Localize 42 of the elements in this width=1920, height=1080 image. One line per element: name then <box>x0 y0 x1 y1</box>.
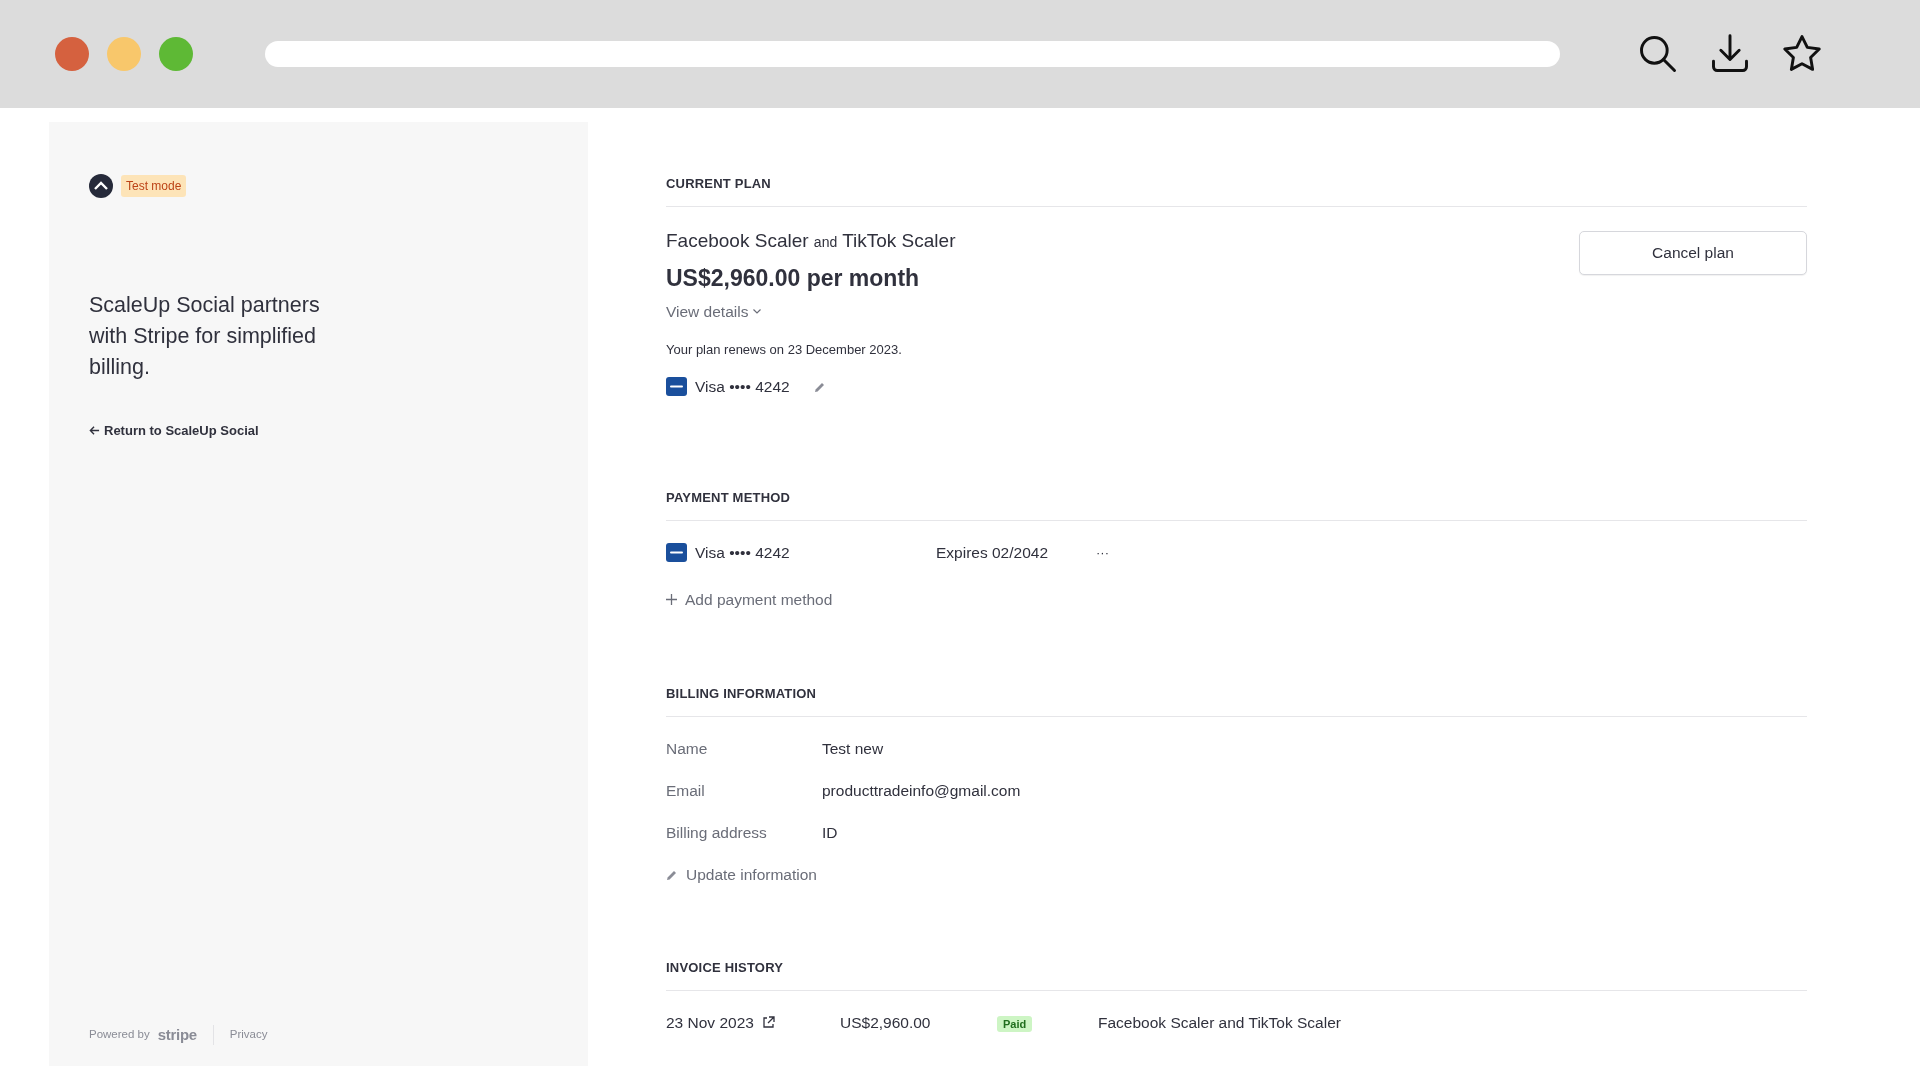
field-value: Test new <box>822 738 884 759</box>
update-information-button[interactable]: Update information <box>666 863 817 887</box>
section-heading: CURRENT PLAN <box>666 174 1807 207</box>
invoice-date-link[interactable]: 23 Nov 2023 <box>666 1010 840 1035</box>
status-badge: Paid <box>997 1015 1033 1032</box>
plan-price: US$2,960.00 per month <box>666 264 921 293</box>
cancel-plan-button[interactable]: Cancel plan <box>1579 230 1807 275</box>
pencil-icon <box>813 380 826 393</box>
field-value: ID <box>822 823 838 844</box>
external-link-icon <box>761 1016 775 1029</box>
field-label: Email <box>666 780 706 801</box>
field-label: Billing address <box>666 823 768 844</box>
card-number: Visa •••• 4242 <box>695 542 790 563</box>
maximize-window-button[interactable] <box>159 37 193 71</box>
plus-icon <box>666 594 677 606</box>
plan-title: Facebook Scaler and TikTok Scaler <box>666 228 956 253</box>
tagline: ScaleUp Social partners with Stripe for simplified billing. <box>89 292 321 381</box>
card-number: Visa •••• 4242 <box>695 377 790 397</box>
brand-logo[interactable]: stripe <box>157 1023 197 1046</box>
arrow-left-icon <box>89 425 100 437</box>
renewal-text: Your plan renews on 23 December 2023. <box>666 340 903 359</box>
add-payment-method-button[interactable]: Add payment method <box>666 588 833 612</box>
card-brand-icon <box>666 377 687 397</box>
privacy-link[interactable]: Privacy <box>229 1026 268 1044</box>
more-options-button[interactable]: ··· <box>1096 542 1109 563</box>
field-label: Name <box>666 738 709 759</box>
invoice-amount: US$2,960.00 <box>840 1012 932 1033</box>
view-details-toggle[interactable]: View details <box>666 299 763 323</box>
expiry-date: Expires 02/2042 <box>936 542 1050 563</box>
pencil-icon <box>666 869 678 881</box>
return-link[interactable]: Return to ScaleUp Social <box>89 421 259 441</box>
edit-icon[interactable] <box>813 380 826 393</box>
invoice-description: Facebook Scaler and TikTok Scaler <box>1098 1012 1341 1033</box>
section-heading: INVOICE HISTORY <box>666 958 1807 991</box>
close-window-button[interactable] <box>55 37 89 71</box>
section-heading: PAYMENT METHOD <box>666 488 1807 521</box>
card-brand-icon <box>666 542 687 562</box>
section-heading: BILLING INFORMATION <box>666 684 1807 717</box>
powered-by-text: Powered by <box>89 1027 150 1043</box>
test-mode-badge: Test mode <box>121 175 187 197</box>
field-value: producttradeinfo@gmail.com <box>822 780 1021 801</box>
logo-icon <box>89 174 113 198</box>
